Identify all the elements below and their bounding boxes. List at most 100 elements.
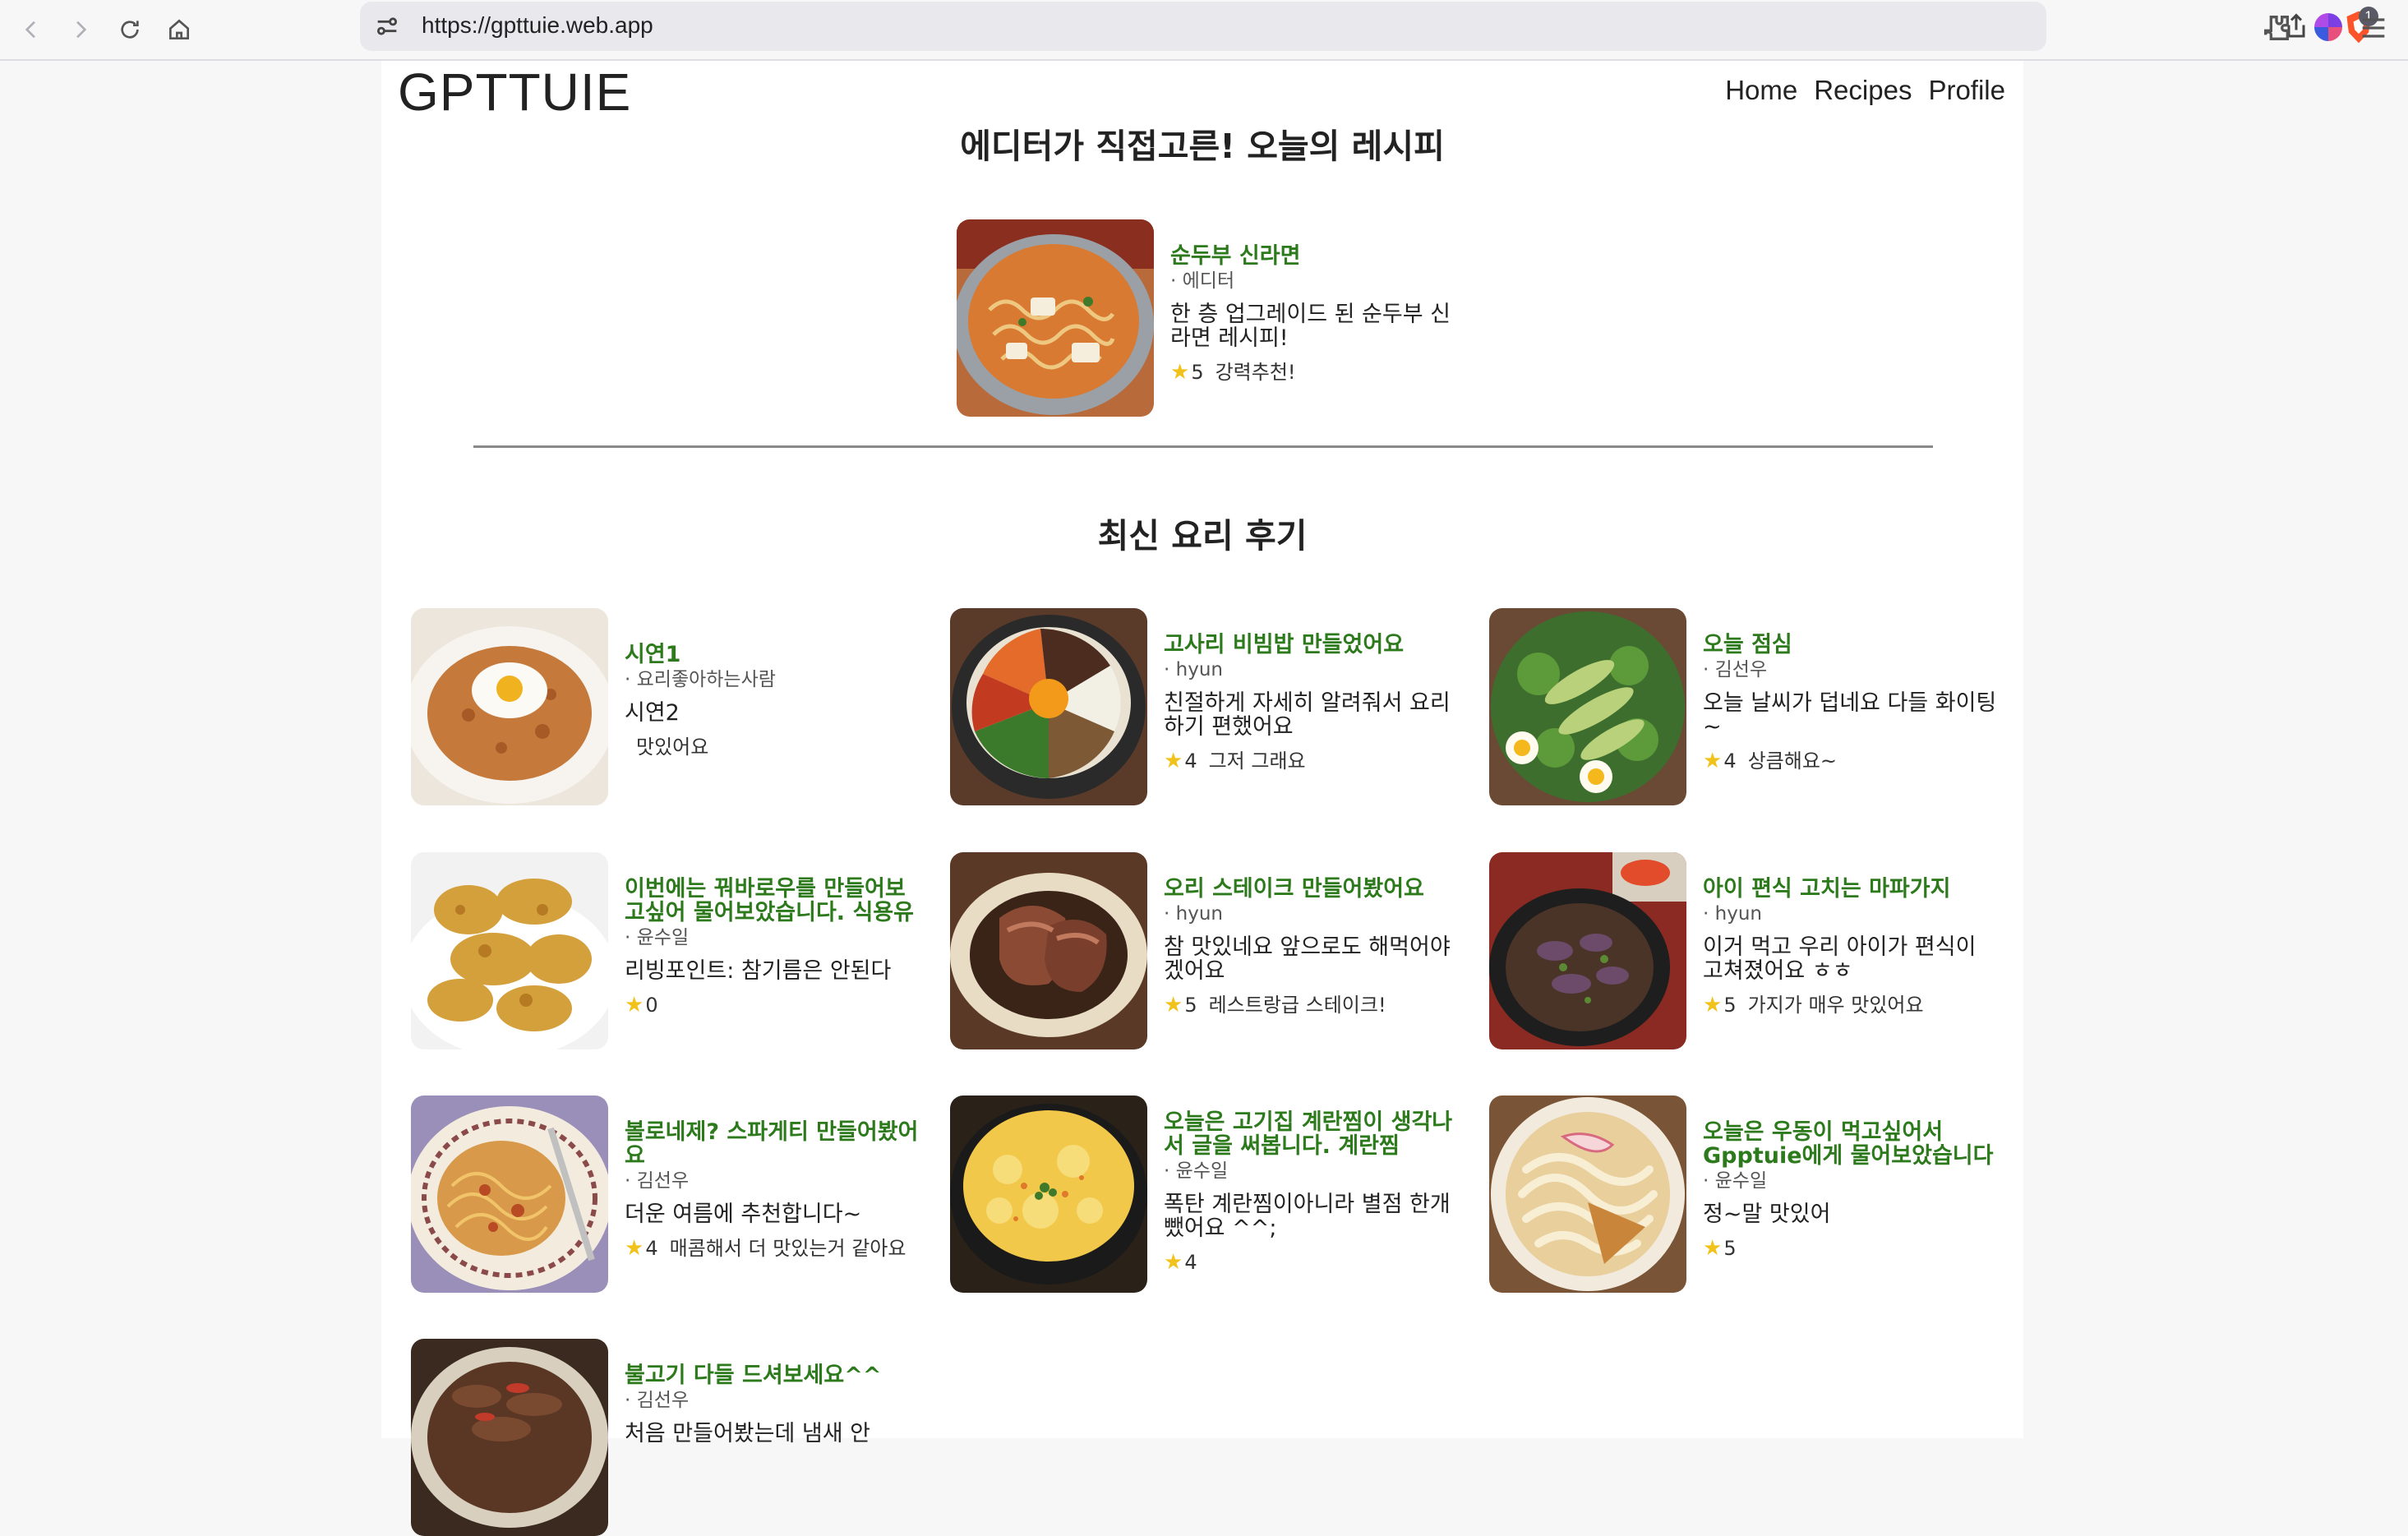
review-description: 시연2 [625,701,680,725]
rating-value: 5 [1723,1237,1737,1260]
review-card[interactable]: 아이 편식 고치는 마파가지 hyun 이거 먹고 우리 아이가 편식이 고쳐졌… [1489,852,1999,1049]
menu-icon[interactable] [2357,12,2390,44]
review-rating: ★ 4 상큼해요~ [1703,749,1999,773]
rating-value: 0 [645,994,658,1017]
review-author: 김선우 [625,1168,920,1194]
star-icon: ★ [1703,749,1723,773]
review-description: 친절하게 자세히 알려줘서 요리하기 편했어요 [1164,691,1451,739]
review-info: 오리 스테이크 만들어봤어요 hyun 참 맛있네요 앞으로도 해먹어야겠어요 … [1164,877,1460,1017]
nav-home-link[interactable]: Home [1725,72,1797,108]
review-thumbnail[interactable] [1489,852,1686,1049]
review-author: 윤수일 [625,925,920,951]
review-rating: ★ 4 그저 그래요 [1164,749,1460,773]
review-title[interactable]: 오늘은 고기집 계란찜이 생각나서 글을 써봅니다. 계란찜 [1164,1110,1460,1158]
rating-value: 4 [1184,1251,1197,1274]
review-title[interactable]: 볼로네제? 스파게티 만들어봤어요 [625,1120,920,1168]
review-title[interactable]: 이번에는 꿔바로우를 만들어보고싶어 물어보았습니다. 식용유 [625,877,920,925]
review-description: 폭탄 계란찜이아니라 별점 한개 뺐어요 ^^; [1164,1192,1451,1240]
review-thumbnail[interactable] [950,852,1147,1049]
review-card[interactable]: 오늘 점심 김선우 오늘 날씨가 덥네요 다들 화이팅~ ★ 4 상큼해요~ [1489,608,1999,805]
review-card[interactable]: 볼로네제? 스파게티 만들어봤어요 김선우 더운 여름에 추천합니다~ ★ 4 … [411,1095,920,1293]
rating-value: 5 [1723,994,1737,1017]
review-thumbnail[interactable] [950,608,1147,805]
nav-profile-link[interactable]: Profile [1928,72,2005,108]
review-rating: ★ 4 [1164,1250,1460,1275]
review-thumbnail[interactable] [411,852,608,1049]
star-icon: ★ [1170,360,1190,385]
rating-comment: 매콤해서 더 맛있는거 같아요 [669,1237,906,1260]
rating-value: 5 [1184,994,1197,1017]
review-title[interactable]: 시연1 [625,643,920,667]
rating-comment: 맛있어요 [636,736,709,759]
review-rating: ★ 5 레스트랑급 스테이크! [1164,993,1460,1017]
rating-value: 4 [1723,750,1737,773]
review-info: 아이 편식 고치는 마파가지 hyun 이거 먹고 우리 아이가 편식이 고쳐졌… [1703,877,1999,1017]
home-icon[interactable] [161,12,197,48]
forward-icon[interactable] [62,12,99,48]
review-title[interactable]: 오리 스테이크 만들어봤어요 [1164,877,1460,901]
review-rating: ★ 5 [1703,1236,1999,1261]
recipe-thumbnail[interactable] [957,219,1154,417]
star-icon: ★ [625,993,644,1017]
review-description: 더운 여름에 추천합니다~ [625,1202,862,1226]
review-thumbnail[interactable] [411,1095,608,1293]
review-thumbnail[interactable] [1489,1095,1686,1293]
review-author: 윤수일 [1703,1168,1999,1194]
review-description: 오늘 날씨가 덥네요 다들 화이팅~ [1703,691,1997,739]
back-icon[interactable] [13,12,49,48]
review-description: 처음 만들어봤는데 냄새 안 [625,1422,870,1446]
review-info: 오늘은 고기집 계란찜이 생각나서 글을 써봅니다. 계란찜 윤수일 폭탄 계란… [1164,1110,1460,1275]
recipe-author: 에디터 [1170,268,1466,294]
review-card[interactable]: 불고기 다들 드셔보세요^^ 김선우 처음 만들어봤는데 냄새 안 [411,1339,920,1536]
review-thumbnail[interactable] [1489,608,1686,805]
review-thumbnail[interactable] [950,1095,1147,1293]
review-title[interactable]: 오늘은 우동이 먹고싶어서 Gpptuie에게 물어보았습니다 [1703,1120,1999,1168]
review-rating: 맛있어요 [625,735,920,759]
featured-section-title: 에디터가 직접고른! 오늘의 레시피 [960,127,1445,166]
extensions-icon[interactable] [2260,12,2293,44]
review-description: 이거 먹고 우리 아이가 편식이 고쳐졌어요 ㅎㅎ [1703,935,1977,983]
recipe-title[interactable]: 순두부 신라면 [1170,244,1466,268]
rating-comment: 레스트랑급 스테이크! [1208,994,1386,1017]
review-title[interactable]: 아이 편식 고치는 마파가지 [1703,877,1999,901]
review-title[interactable]: 오늘 점심 [1703,633,1999,657]
nav-recipes-link[interactable]: Recipes [1814,72,1912,108]
browser-toolbar: https://gpttuie.web.app 1 [0,0,2408,61]
review-title[interactable]: 불고기 다들 드셔보세요^^ [625,1363,920,1387]
rating-comment: 상큼해요~ [1747,750,1838,773]
review-info: 고사리 비빔밥 만들었어요 hyun 친절하게 자세히 알려줘서 요리하기 편했… [1164,633,1460,773]
review-card[interactable]: 이번에는 꿔바로우를 만들어보고싶어 물어보았습니다. 식용유 윤수일 리빙포인… [411,852,920,1049]
review-info: 불고기 다들 드셔보세요^^ 김선우 처음 만들어봤는데 냄새 안 [625,1363,920,1446]
site-logo[interactable]: GPTTUIE [398,62,631,122]
profile-icon[interactable] [2314,13,2342,41]
review-card[interactable]: 오리 스테이크 만들어봤어요 hyun 참 맛있네요 앞으로도 해먹어야겠어요 … [950,852,1460,1049]
site-settings-icon[interactable] [373,12,401,40]
rating-comment: 강력추천! [1215,361,1296,384]
review-author: hyun [1164,657,1460,683]
reload-icon[interactable] [112,12,148,48]
review-info: 시연1 요리좋아하는사람 시연2 맛있어요 [625,643,920,759]
star-icon: ★ [1164,993,1183,1017]
review-card[interactable]: 오늘은 고기집 계란찜이 생각나서 글을 써봅니다. 계란찜 윤수일 폭탄 계란… [950,1095,1460,1293]
review-rating: ★ 0 [625,993,920,1017]
featured-recipe-card[interactable]: 순두부 신라면 에디터 한 층 업그레이드 된 순두부 신라면 레시피! ★ 5… [957,219,1466,417]
review-card[interactable]: 시연1 요리좋아하는사람 시연2 맛있어요 [411,608,920,805]
url-text[interactable]: https://gpttuie.web.app [422,12,653,39]
review-card[interactable]: 고사리 비빔밥 만들었어요 hyun 친절하게 자세히 알려줘서 요리하기 편했… [950,608,1460,805]
review-author: 윤수일 [1164,1158,1460,1184]
review-info: 볼로네제? 스파게티 만들어봤어요 김선우 더운 여름에 추천합니다~ ★ 4 … [625,1120,920,1261]
review-card[interactable]: 오늘은 우동이 먹고싶어서 Gpptuie에게 물어보았습니다 윤수일 정~말 … [1489,1095,1999,1293]
review-info: 오늘은 우동이 먹고싶어서 Gpptuie에게 물어보았습니다 윤수일 정~말 … [1703,1120,1999,1261]
address-bar[interactable]: https://gpttuie.web.app 1 [360,2,2378,51]
review-info: 오늘 점심 김선우 오늘 날씨가 덥네요 다들 화이팅~ ★ 4 상큼해요~ [1703,633,1999,773]
review-author: 요리좋아하는사람 [625,667,920,693]
star-icon: ★ [1164,1250,1183,1275]
review-thumbnail[interactable] [411,608,608,805]
review-description: 정~말 맛있어 [1703,1202,1831,1226]
review-thumbnail[interactable] [411,1339,608,1536]
review-title[interactable]: 고사리 비빔밥 만들었어요 [1164,633,1460,657]
page-content: GPTTUIE Home Recipes Profile 에디터가 직접고른! … [381,61,2023,1536]
review-author: 김선우 [1703,657,1999,683]
review-info: 이번에는 꿔바로우를 만들어보고싶어 물어보았습니다. 식용유 윤수일 리빙포인… [625,877,920,1017]
recipe-rating: ★ 5 강력추천! [1170,360,1466,385]
